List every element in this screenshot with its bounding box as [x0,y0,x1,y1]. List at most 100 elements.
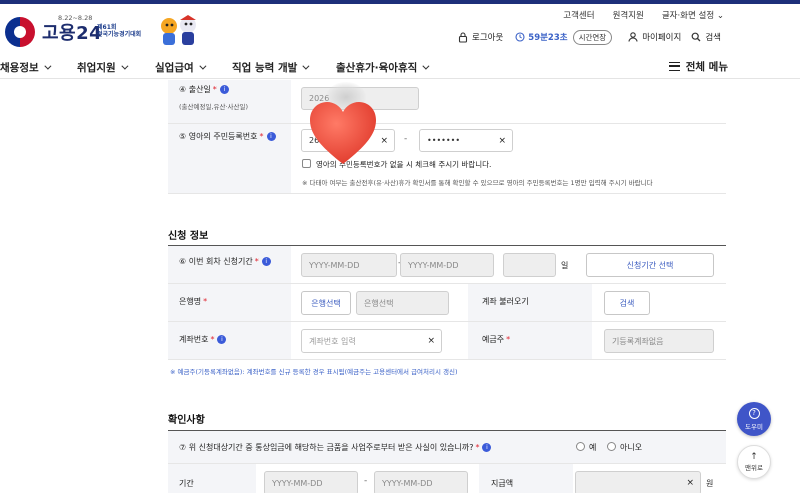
display-settings-link[interactable]: 글자·화면 설정 ⌄ [662,9,724,21]
rrn-dash: - [404,134,408,144]
q7-label-text: ⑦ 위 신청대상기간 중 통상임금에 해당하는 금품을 사업주로부터 받은 사실… [179,443,474,452]
apply-period-row: ⑥ 이번 회차 신청기간*i YYYY-MM-DD - YYYY-MM-DD 일… [168,246,726,284]
info-icon[interactable]: i [217,335,227,344]
account-number-input[interactable]: 계좌번호 입력 × [301,329,442,353]
mascot-icon [161,15,196,45]
account-holder-placeholder: 기등록계좌없음 [612,336,664,346]
taegeuk-emblem-icon [5,17,35,47]
helper-label: 도우미 [745,422,763,431]
scroll-top-button[interactable]: ↑ 맨위로 [737,445,771,479]
nav-unemployment-benefit-label: 실업급여 [155,61,194,74]
apply-days-field[interactable] [503,253,556,277]
chevron-down-icon [121,62,129,70]
nav-parental-leave-label: 출산휴가·육아휴직 [336,61,418,74]
search-icon [691,32,701,42]
logout-label: 로그아웃 [472,33,504,43]
logout-button[interactable]: 로그아웃 [458,31,503,43]
account-holder-field[interactable]: 기등록계좌없음 [604,329,714,353]
select-apply-period-button[interactable]: 신청기간 선택 [586,253,714,277]
info-icon[interactable]: i [482,443,492,452]
logo-text: 고용24 [42,23,103,44]
user-icon [628,32,638,42]
apply-period-label-text: ⑥ 이번 회차 신청기간 [179,257,253,266]
event-title: 전국기능경기대회 [97,31,142,38]
chevron-down-icon [302,62,310,70]
required-mark: * [212,85,217,94]
q7-label: ⑦ 위 신청대상기간 중 통상임금에 해당하는 금품을 사업주로부터 받은 사실… [179,442,492,453]
birth-date-row: ④ 출산일 * i (출산예정일,유산·사산일) 2026 [168,80,726,124]
payment-end-date-field[interactable]: YYYY-MM-DD [374,471,468,493]
event-dates: 8.22~8.28 [58,14,93,22]
holder-label-text: 예금주 [482,335,505,344]
amount-field[interactable]: × [575,471,701,493]
header-search-button[interactable]: 검색 [691,31,721,43]
nav-skills-development[interactable]: 직업 능력 개발 [232,60,310,75]
info-icon[interactable]: i [261,257,271,266]
nav-unemployment-benefit[interactable]: 실업급여 [155,60,207,75]
payment-row: 기간 YYYY-MM-DD - YYYY-MM-DD 지급액 × 원 [168,464,726,493]
arrow-up-icon: ↑ [750,452,758,462]
birth-date-label-text: ④ 출산일 [179,85,211,94]
apply-end-date-field[interactable]: YYYY-MM-DD [400,253,494,277]
payment-start-date-field[interactable]: YYYY-MM-DD [264,471,358,493]
hamburger-icon [668,62,680,71]
q7-row: ⑦ 위 신청대상기간 중 통상임금에 해당하는 금품을 사업주로부터 받은 사실… [168,431,726,464]
required-mark: * [475,443,480,452]
mypage-button[interactable]: 마이페이지 [628,31,681,43]
nav-jobs[interactable]: 채용정보 [0,60,52,75]
bank-name-field[interactable]: 은행선택 [356,291,449,315]
nav-employment-support-label: 취업지원 [77,61,116,74]
q7-no-label[interactable]: 아니오 [620,442,642,453]
required-mark: * [259,132,264,141]
extend-session-button[interactable]: 시간연장 [572,29,613,45]
q7-yes-label[interactable]: 예 [589,442,596,453]
full-menu-label: 전체 메뉴 [685,61,728,73]
full-menu-button[interactable]: 전체 메뉴 [668,59,728,74]
chevron-down-icon [44,62,52,70]
infant-rrn-label-text: ⑤ 영아의 주민등록번호 [179,132,258,141]
payment-end-date-placeholder: YYYY-MM-DD [382,478,433,488]
customer-center-link[interactable]: 고객센터 [563,9,594,21]
date-dash: - [364,476,368,486]
infant-rrn-back-value: ••••••• [427,136,461,145]
account-label: 계좌번호 * i [179,334,227,345]
apply-end-date-placeholder: YYYY-MM-DD [408,260,459,270]
infant-rrn-label: ⑤ 영아의 주민등록번호 * i [179,131,276,142]
required-mark: * [254,257,259,266]
confirm-section-title: 확인사항 [168,415,205,426]
infant-rrn-back-input[interactable]: ••••••• × [419,129,513,152]
nav-skills-development-label: 직업 능력 개발 [232,61,298,74]
helper-button[interactable]: ? 도우미 [737,402,771,436]
apply-section-title: 신청 정보 [168,231,209,242]
user-bar: 로그아웃 59분23초 시간연장 마이페이지 검색 [458,29,721,45]
event-name[interactable]: 제61회 전국기능경기대회 [97,24,141,38]
q7-yes-radio[interactable] [576,442,585,451]
top-accent-bar [0,0,800,4]
birth-date-sublabel: (출산예정일,유산·사산일) [179,103,249,111]
apply-start-date-field[interactable]: YYYY-MM-DD [301,253,397,277]
nav-employment-support[interactable]: 취업지원 [77,60,129,75]
mypage-label: 마이페이지 [642,33,682,43]
select-bank-button[interactable]: 은행선택 [301,291,351,315]
remote-support-link[interactable]: 원격지원 [613,9,644,21]
nav-parental-leave[interactable]: 출산휴가·육아휴직 [336,60,430,75]
clear-icon[interactable]: × [380,136,388,146]
required-mark: * [210,335,215,344]
info-icon[interactable]: i [219,85,229,94]
account-number-placeholder: 계좌번호 입력 [309,336,356,346]
days-unit: 일 [561,261,569,270]
required-mark: * [203,297,208,306]
payment-start-date-placeholder: YYYY-MM-DD [272,478,323,488]
info-icon[interactable]: i [266,132,276,141]
nav-jobs-label: 채용정보 [0,61,39,74]
chevron-down-icon [422,62,430,70]
clear-icon[interactable]: × [427,336,435,346]
apply-start-date-placeholder: YYYY-MM-DD [309,260,360,270]
account-fetch-button[interactable]: 검색 [604,291,650,315]
bank-name-placeholder: 은행선택 [364,298,394,308]
chevron-down-icon [199,62,207,70]
amount-label: 지급액 [491,479,514,488]
clear-icon[interactable]: × [686,478,694,488]
clear-icon[interactable]: × [498,136,506,146]
q7-no-radio[interactable] [607,442,616,451]
